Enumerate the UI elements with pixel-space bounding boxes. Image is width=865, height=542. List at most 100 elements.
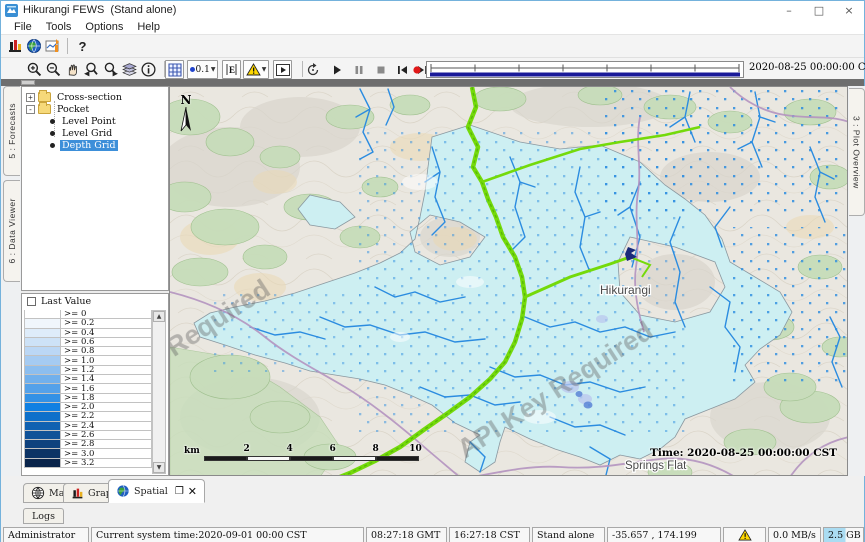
legend-swatch (25, 403, 61, 411)
status-coordinates: -35.657 , 174.199 (607, 527, 721, 542)
expand-icon[interactable]: + (26, 93, 35, 102)
status-mode: Stand alone (532, 527, 605, 542)
scroll-up-button[interactable]: ▲ (153, 311, 165, 322)
menu-bar: File Tools Options Help (1, 19, 864, 35)
toolbar-separator (67, 38, 68, 54)
svg-text:E: E (229, 65, 235, 75)
stop-button[interactable] (371, 60, 390, 79)
legend-label: >= 1.8 (61, 394, 94, 402)
legend-panel: Last Value >= 0>= 0.2>= 0.4>= 0.6>= 0.8>… (21, 293, 169, 476)
tree-item-level-grid[interactable]: Level Grid (22, 127, 168, 139)
status-bar: Administrator Current system time:2020-0… (1, 527, 864, 542)
last-value-row[interactable]: Last Value (22, 294, 168, 309)
tab-plot-overview-label: 3 : Plot Overview (852, 116, 862, 189)
tree-item-label[interactable]: Cross-section (55, 92, 124, 103)
zoom-in-icon[interactable] (25, 60, 44, 79)
tab-close-icon[interactable]: ✕ (188, 485, 197, 498)
legend-swatch (25, 384, 61, 392)
zoom-next-icon[interactable] (101, 60, 120, 79)
tree-item-depth-grid[interactable]: Depth Grid (22, 139, 168, 151)
legend-label: >= 3.2 (61, 459, 94, 467)
info-icon[interactable] (139, 60, 158, 79)
pan-hand-icon[interactable] (63, 60, 82, 79)
bullet-icon (50, 143, 55, 148)
legend-label: >= 2.4 (61, 422, 94, 430)
zoom-out-icon[interactable] (44, 60, 63, 79)
tab-spatial-label: Spatial (134, 486, 168, 497)
longitudinal-profile-icon[interactable]: E (222, 60, 241, 79)
grid-display-icon[interactable] (165, 60, 184, 79)
tree-item-label[interactable]: Level Point (60, 116, 118, 127)
database-display-icon[interactable] (5, 37, 24, 56)
zoom-previous-icon[interactable] (82, 60, 101, 79)
tree-item-level-point[interactable]: Level Point (22, 115, 168, 127)
help-button[interactable]: ? (73, 37, 92, 56)
minimize-button[interactable]: – (774, 1, 804, 19)
content-area: 5 : Forecasts 6 : Data Viewer + Cross-se… (1, 86, 865, 476)
legend-swatch (25, 338, 61, 346)
record-dot-button[interactable] (407, 60, 426, 79)
map-canvas: API Key Required API Key Required Hikura… (170, 87, 848, 476)
loop-playback-icon[interactable] (303, 60, 322, 79)
maximize-button[interactable]: □ (804, 1, 834, 19)
warning-threshold-dropdown[interactable]: ▼ (243, 60, 269, 79)
pause-button[interactable] (349, 60, 368, 79)
timeseries-display-icon[interactable] (43, 37, 62, 56)
legend-scrollbar[interactable]: ▲ ▼ (152, 310, 166, 474)
tab-data-viewer[interactable]: 6 : Data Viewer (3, 180, 20, 282)
precision-dot-icon (190, 67, 195, 72)
legend-label: >= 2.8 (61, 440, 94, 448)
play-button[interactable] (327, 60, 346, 79)
menu-options[interactable]: Options (78, 21, 130, 33)
right-tab-strip: 3 : Plot Overview (848, 86, 865, 476)
status-download-speed: 0.0 MB/s (768, 527, 821, 542)
legend-label: >= 1.6 (61, 384, 94, 392)
legend-label: >= 0.8 (61, 347, 94, 355)
tab-plot-overview[interactable]: 3 : Plot Overview (849, 88, 865, 216)
legend-label: >= 3.0 (61, 449, 94, 457)
scroll-down-button[interactable]: ▼ (153, 462, 165, 473)
legend-swatch (25, 431, 61, 439)
map-viewport[interactable]: API Key Required API Key Required Hikura… (169, 86, 848, 476)
status-warning-cell[interactable] (723, 527, 766, 542)
tree-item-label-selected[interactable]: Depth Grid (60, 140, 118, 151)
spatial-display-icon[interactable] (24, 37, 43, 56)
legend-swatch (25, 366, 61, 374)
legend-label: >= 2.2 (61, 412, 94, 420)
label-precision-dropdown[interactable]: 0.1▼ (187, 60, 218, 79)
scale-tick: 10 (409, 444, 422, 454)
help-label: ? (79, 39, 87, 54)
tree-item-label[interactable]: Level Grid (60, 128, 114, 139)
close-button[interactable]: × (834, 1, 864, 19)
bar-chart-icon (71, 487, 84, 500)
status-system-time: Current system time:2020-09-01 00:00 CST (91, 527, 364, 542)
app-icon (5, 4, 18, 17)
map-toolbar: 0.1▼ E ▼ 2020-08-25 00:00:00 CST (1, 57, 864, 79)
tab-spatial[interactable]: Spatial ❐ ✕ (108, 479, 205, 503)
menu-tools[interactable]: Tools (39, 21, 79, 33)
tab-forecasts-label: 5 : Forecasts (7, 103, 17, 159)
scale-tick: 2 (244, 444, 250, 454)
tree-item-pocket[interactable]: - Pocket (22, 103, 168, 115)
tree-item-label[interactable]: Pocket (55, 104, 91, 115)
tab-forecasts[interactable]: 5 : Forecasts (3, 86, 20, 176)
scroll-thumb[interactable] (21, 80, 35, 85)
animation-player-icon[interactable] (273, 60, 292, 79)
legend-label: >= 0.6 (61, 338, 94, 346)
collapse-icon[interactable]: - (26, 105, 35, 114)
legend-label: >= 0.4 (61, 329, 94, 337)
status-user: Administrator (3, 527, 89, 542)
timeline-slider[interactable] (426, 61, 744, 78)
timeline-datetime: 2020-08-25 00:00:00 CST (749, 62, 865, 73)
logs-tab[interactable]: Logs (23, 508, 64, 524)
legend-label: >= 1.2 (61, 366, 94, 374)
legend-swatch (25, 394, 61, 402)
tab-float-icon[interactable]: ❐ (175, 486, 184, 497)
menu-file[interactable]: File (7, 21, 39, 33)
scroll-strip[interactable] (1, 79, 864, 86)
layers-icon[interactable] (120, 60, 139, 79)
menu-help[interactable]: Help (130, 21, 167, 33)
legend-row[interactable]: >= 3.2 (24, 458, 152, 468)
north-arrow: N (180, 93, 192, 136)
last-value-checkbox[interactable] (27, 297, 36, 306)
